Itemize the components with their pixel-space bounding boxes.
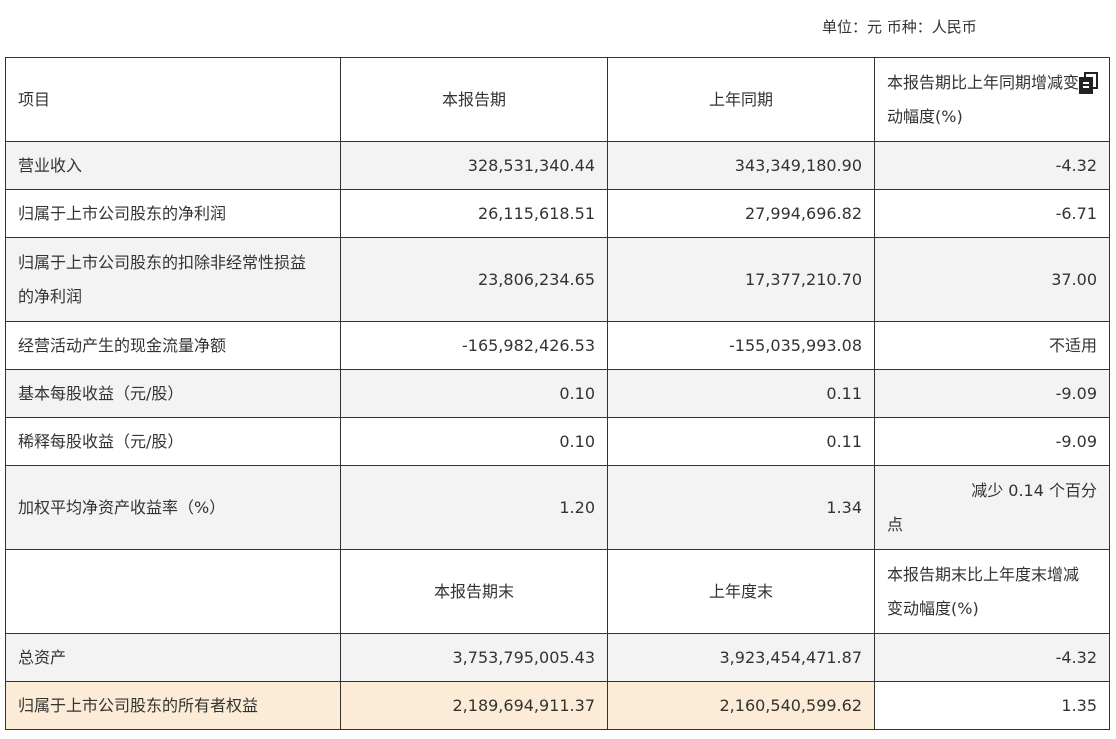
table-row: 归属于上市公司股东的净利润 26,115,618.51 27,994,696.8… [5, 189, 1110, 238]
table-row-highlighted: 归属于上市公司股东的所有者权益 2,189,694,911.37 2,160,5… [5, 681, 1110, 730]
header-item: 项目 [5, 57, 341, 142]
row-current: 23,806,234.65 [340, 237, 608, 322]
subheader-change-line1: 本报告期末比上年度末增减 [887, 564, 1080, 584]
row-current: 328,531,340.44 [340, 141, 608, 190]
row-change: -6.71 [874, 189, 1110, 238]
unit-currency-note: 单位：元 币种：人民币 [822, 18, 977, 36]
header-change-line1: 本报告期比上年同期增减变 [887, 72, 1080, 92]
row-prior: 0.11 [607, 369, 875, 418]
row-current: 2,189,694,911.37 [340, 681, 608, 730]
row-label: 基本每股收益（元/股） [5, 369, 341, 418]
subheader-current-period-end: 本报告期末 [340, 549, 608, 634]
row-label: 归属于上市公司股东的所有者权益 [5, 681, 341, 730]
row-change: -4.32 [874, 633, 1110, 682]
row-current: 3,753,795,005.43 [340, 633, 608, 682]
row-prior: 1.34 [607, 465, 875, 550]
header-change: 本报告期比上年同期增减变 动幅度(%) [874, 57, 1110, 142]
row-prior: 17,377,210.70 [607, 237, 875, 322]
financial-data-table: 项目 本报告期 上年同期 本报告期比上年同期增减变 动幅度(%) 营业收入 32… [5, 57, 1110, 730]
row-label: 归属于上市公司股东的扣除非经常性损益 的净利润 [5, 237, 341, 322]
subheader-empty [5, 549, 341, 634]
table-row: 稀释每股收益（元/股） 0.10 0.11 -9.09 [5, 417, 1110, 466]
row-label: 总资产 [5, 633, 341, 682]
row-current: 0.10 [340, 417, 608, 466]
table-row: 基本每股收益（元/股） 0.10 0.11 -9.09 [5, 369, 1110, 418]
row-current: 1.20 [340, 465, 608, 550]
subheader-change-line2: 变动幅度(%) [887, 598, 979, 618]
row-change: 减少 0.14 个百分 点 [874, 465, 1110, 550]
row-label: 营业收入 [5, 141, 341, 190]
table-subheader-row: 本报告期末 上年度末 本报告期末比上年度末增减 变动幅度(%) [5, 549, 1110, 634]
row-label-line2: 的净利润 [18, 286, 83, 306]
row-label: 经营活动产生的现金流量净额 [5, 321, 341, 370]
header-prior-period: 上年同期 [607, 57, 875, 142]
header-change-line2: 动幅度(%) [887, 106, 963, 126]
row-prior: 3,923,454,471.87 [607, 633, 875, 682]
row-prior: -155,035,993.08 [607, 321, 875, 370]
table-row: 经营活动产生的现金流量净额 -165,982,426.53 -155,035,9… [5, 321, 1110, 370]
row-current: 26,115,618.51 [340, 189, 608, 238]
subheader-prior-year-end: 上年度末 [607, 549, 875, 634]
table-row: 归属于上市公司股东的扣除非经常性损益 的净利润 23,806,234.65 17… [5, 237, 1110, 322]
row-change: 1.35 [874, 681, 1110, 730]
row-change: 37.00 [874, 237, 1110, 322]
row-label-line1: 归属于上市公司股东的扣除非经常性损益 [18, 252, 307, 272]
table-row: 加权平均净资产收益率（%） 1.20 1.34 减少 0.14 个百分 点 [5, 465, 1110, 550]
row-prior: 2,160,540,599.62 [607, 681, 875, 730]
table-row: 总资产 3,753,795,005.43 3,923,454,471.87 -4… [5, 633, 1110, 682]
row-change: -9.09 [874, 369, 1110, 418]
row-label: 归属于上市公司股东的净利润 [5, 189, 341, 238]
row-change: -9.09 [874, 417, 1110, 466]
row-change-line1: 减少 0.14 个百分 [971, 480, 1097, 500]
row-prior: 0.11 [607, 417, 875, 466]
copy-icon[interactable] [1079, 71, 1099, 94]
row-change-line2: 点 [887, 514, 904, 534]
row-label: 加权平均净资产收益率（%） [5, 465, 341, 550]
row-prior: 343,349,180.90 [607, 141, 875, 190]
row-label: 稀释每股收益（元/股） [5, 417, 341, 466]
header-current-period: 本报告期 [340, 57, 608, 142]
row-current: -165,982,426.53 [340, 321, 608, 370]
table-header-row: 项目 本报告期 上年同期 本报告期比上年同期增减变 动幅度(%) [5, 57, 1110, 142]
table-row: 营业收入 328,531,340.44 343,349,180.90 -4.32 [5, 141, 1110, 190]
row-prior: 27,994,696.82 [607, 189, 875, 238]
row-change: 不适用 [874, 321, 1110, 370]
subheader-change: 本报告期末比上年度末增减 变动幅度(%) [874, 549, 1110, 634]
row-change: -4.32 [874, 141, 1110, 190]
row-current: 0.10 [340, 369, 608, 418]
